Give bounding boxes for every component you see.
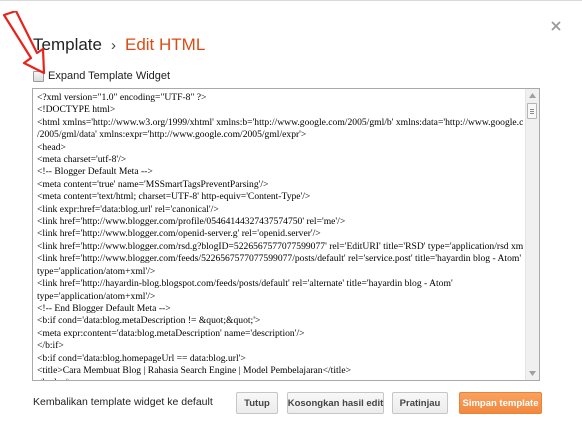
scroll-down-arrow-icon[interactable]: [526, 367, 539, 380]
code-line: <meta expr:content='data:blog.metaDescri…: [37, 327, 305, 339]
clear-edits-button[interactable]: Kosongkan hasil edit: [287, 392, 384, 414]
template-code-editor[interactable]: <?xml version="1.0" encoding="UTF-8" ?> <…: [32, 88, 540, 381]
code-line: <link href='http://hayardin-blog.blogspo…: [37, 278, 453, 290]
code-line: <b:if cond='data:blog.homepageUrl == dat…: [37, 352, 246, 364]
breadcrumb: Template › Edit HTML: [33, 35, 205, 59]
scroll-thumb[interactable]: [527, 103, 537, 119]
code-line: <html xmlns='http://www.w3.org/1999/xhtm…: [37, 116, 523, 128]
code-line: <b:if cond='data:blog.metaDescription !=…: [37, 315, 261, 327]
code-line: /2005/gml/data' xmlns:expr='http://www.g…: [37, 129, 307, 141]
close-icon[interactable]: [549, 19, 563, 33]
code-line: <meta content='text/html; charset=UTF-8'…: [37, 191, 311, 203]
code-line: <!DOCTYPE html>: [37, 104, 116, 116]
code-line: type='application/atom+xml'/>: [37, 265, 156, 277]
revert-widget-default-link[interactable]: Kembalikan template widget ke default: [33, 396, 213, 408]
preview-button[interactable]: Pratinjau: [392, 392, 448, 414]
expand-template-widget-option[interactable]: Expand Template Widget: [33, 69, 170, 83]
code-line: <?xml version="1.0" encoding="UTF-8" ?>: [37, 92, 207, 103]
code-text[interactable]: <?xml version="1.0" encoding="UTF-8" ?> <…: [37, 92, 523, 380]
scroll-up-arrow-icon[interactable]: [526, 89, 539, 102]
code-line: <link href='http://www.blogger.com/rsd.g…: [37, 240, 523, 252]
code-line: <title>Cara Membuat Blog | Rahasia Searc…: [37, 364, 352, 376]
breadcrumb-template-link[interactable]: Template: [33, 35, 102, 55]
close-button[interactable]: Tutup: [236, 392, 278, 414]
code-line: type='application/atom+xml'/>: [37, 290, 156, 302]
expand-template-widget-label[interactable]: Expand Template Widget: [48, 70, 170, 82]
expand-template-widget-checkbox[interactable]: [33, 70, 44, 82]
code-line: <!-- End Blogger Default Meta -->: [37, 302, 171, 314]
code-line: <b:else/>: [37, 377, 523, 380]
code-line: <!-- Blogger Default Meta -->: [37, 166, 153, 178]
edit-html-dialog: Template › Edit HTML Expand Template Wid…: [0, 0, 582, 433]
code-line: <meta charset='utf-8'/>: [37, 154, 127, 166]
page-title: Edit HTML: [124, 35, 206, 54]
code-line: <link href='http://www.blogger.com/feeds…: [37, 253, 522, 265]
editor-scrollbar[interactable]: [525, 89, 539, 380]
code-line: <link expr:href='data:blog.url' rel='can…: [37, 203, 219, 215]
code-line: <head>: [37, 141, 66, 153]
code-line: <link href='http://www.blogger.com/profi…: [37, 216, 346, 228]
code-line: <link href='http://www.blogger.com/openi…: [37, 228, 321, 240]
code-line: </b:if>: [37, 340, 64, 352]
breadcrumb-separator: ›: [110, 37, 116, 54]
code-line: <meta content='true' name='MSSmartTagsPr…: [37, 178, 269, 190]
save-template-button[interactable]: Simpan template: [459, 392, 542, 414]
